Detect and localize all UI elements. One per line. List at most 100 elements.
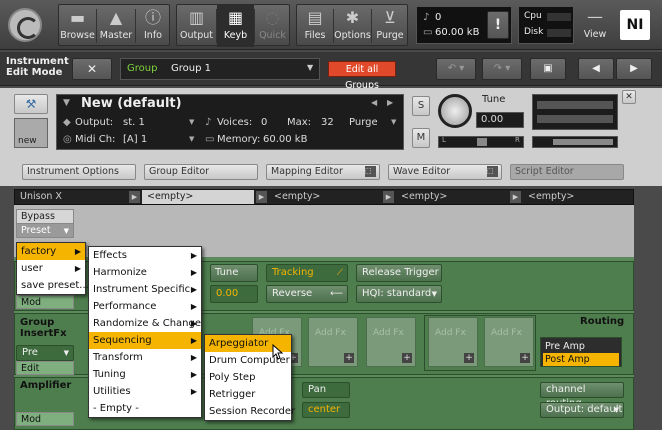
mapping-editor-button[interactable]: Mapping Editor ⬚: [266, 164, 380, 180]
menu-item-utilities[interactable]: Utilities ▶: [89, 383, 201, 400]
channel-routing-button[interactable]: channel routing: [540, 382, 624, 409]
volume-slider[interactable]: [532, 136, 618, 148]
reverse-button[interactable]: Reverse ⟵: [266, 285, 348, 303]
script-slot-2[interactable]: <empty>: [142, 190, 254, 204]
menu-item-label: Utilities: [93, 386, 131, 397]
pan-slider[interactable]: L R: [438, 136, 524, 148]
menu-item-effects[interactable]: Effects ▶: [89, 247, 201, 264]
output-value[interactable]: st. 1: [123, 117, 145, 128]
source-tune-value[interactable]: 0.00: [210, 285, 258, 303]
view-button[interactable]: — View: [578, 4, 612, 46]
mute-button[interactable]: M: [412, 128, 430, 148]
fx-slot-3[interactable]: Add Fx +: [366, 317, 416, 367]
menu-item-transform[interactable]: Transform ▶: [89, 349, 201, 366]
plus-icon[interactable]: +: [344, 353, 354, 363]
post-amp-option[interactable]: Post Amp: [543, 353, 619, 366]
source-mod-button[interactable]: Mod: [16, 295, 74, 309]
menu-item-retrigger[interactable]: Retrigger: [205, 386, 291, 403]
next-button[interactable]: ▶: [616, 58, 652, 80]
external-window-icon[interactable]: ⬚: [487, 166, 498, 177]
plus-icon[interactable]: +: [402, 353, 412, 363]
preset-button[interactable]: Preset ▼: [16, 223, 74, 238]
bypass-button[interactable]: Bypass: [16, 209, 74, 224]
script-slot-5[interactable]: <empty>: [523, 190, 633, 204]
next-instrument-icon[interactable]: ▶: [387, 98, 393, 107]
chevron-down-icon[interactable]: ▼: [189, 118, 194, 126]
plus-icon[interactable]: +: [520, 353, 530, 363]
chevron-left-icon: ◀: [592, 63, 600, 74]
tracking-button[interactable]: Tracking ⟋: [266, 264, 348, 282]
menu-item-harmonize[interactable]: Harmonize ▶: [89, 264, 201, 281]
max-voices-value[interactable]: 32: [321, 117, 334, 128]
chevron-down-icon[interactable]: ▼: [189, 135, 194, 143]
previous-button[interactable]: ◀: [578, 58, 614, 80]
script-slot-1[interactable]: Unison X: [15, 190, 127, 204]
close-edit-mode-button[interactable]: ✕: [72, 58, 112, 80]
group-selector[interactable]: Group Group 1 ▼: [120, 58, 320, 80]
external-window-icon[interactable]: ⬚: [365, 166, 376, 177]
menu-item-factory[interactable]: factory ▶: [17, 243, 85, 260]
plus-icon[interactable]: +: [464, 353, 474, 363]
files-button[interactable]: ▤ Files: [297, 5, 333, 47]
prev-instrument-icon[interactable]: ◀: [371, 98, 377, 107]
slot-menu-arrow-icon[interactable]: ▶: [510, 191, 521, 203]
purge-button[interactable]: ⊻ Purge: [372, 5, 408, 47]
pre-amp-option[interactable]: Pre Amp: [543, 340, 619, 353]
alert-button[interactable]: !: [487, 11, 509, 39]
menu-item-user[interactable]: user ▶: [17, 260, 85, 277]
wrench-button[interactable]: ⚒: [14, 94, 48, 114]
info-button[interactable]: ⓘ Info: [136, 5, 170, 47]
keyb-button[interactable]: ▦ Keyb: [217, 5, 254, 47]
browse-button[interactable]: ▬ Browse: [59, 5, 96, 47]
fx-slot-5[interactable]: Add Fx +: [484, 317, 534, 367]
script-slot-4[interactable]: <empty>: [396, 190, 508, 204]
menu-item-performance[interactable]: Performance ▶: [89, 298, 201, 315]
fx-slot-2[interactable]: Add Fx +: [308, 317, 358, 367]
slot-menu-arrow-icon[interactable]: ▶: [383, 191, 394, 203]
redo-button[interactable]: ↷ ▾: [482, 58, 522, 80]
save-button[interactable]: ▣: [530, 58, 566, 80]
tune-knob[interactable]: [438, 94, 472, 128]
script-slot-3[interactable]: <empty>: [269, 190, 381, 204]
options-button[interactable]: ✱ Options: [334, 5, 371, 47]
menu-item-sequencing[interactable]: Sequencing ▶: [89, 332, 201, 349]
purge-dropdown[interactable]: Purge: [349, 117, 378, 128]
menu-item-tuning[interactable]: Tuning ▶: [89, 366, 201, 383]
script-editor-button[interactable]: Script Editor: [510, 164, 624, 180]
menu-item-randomize-change[interactable]: Randomize & Change ▶: [89, 315, 201, 332]
instrument-icon[interactable]: new: [14, 118, 48, 148]
chevron-down-icon[interactable]: ▼: [391, 118, 396, 126]
output-button[interactable]: ▥ Output: [177, 5, 216, 47]
amplifier-mod-button[interactable]: Mod: [16, 412, 74, 426]
slot-menu-arrow-icon[interactable]: ▶: [129, 191, 140, 203]
undo-button[interactable]: ↶ ▾: [436, 58, 476, 80]
pre-dropdown[interactable]: Pre ▼: [16, 345, 74, 361]
pan-value[interactable]: center: [302, 402, 350, 418]
pan-slider-handle[interactable]: [477, 138, 487, 146]
instrument-name[interactable]: New (default): [81, 96, 182, 111]
instrument-options-button[interactable]: Instrument Options: [22, 164, 136, 180]
wave-editor-button[interactable]: Wave Editor ⬚: [388, 164, 502, 180]
insertfx-edit-button[interactable]: Edit: [16, 361, 74, 375]
midi-channel-value[interactable]: [A] 1: [123, 134, 147, 145]
hqi-dropdown[interactable]: HQI: standard ▼: [356, 285, 442, 303]
master-button[interactable]: ▲ Master: [97, 5, 135, 47]
tracking-label: Tracking: [272, 267, 314, 278]
menu-item-session-recorder[interactable]: Session Recorder: [205, 403, 295, 420]
tune-value[interactable]: 0.00: [476, 112, 524, 128]
quick-button[interactable]: ◌ Quick: [255, 5, 290, 47]
amp-output-dropdown[interactable]: Output: default ▼: [540, 402, 624, 418]
menu-item-poly-step[interactable]: Poly Step: [205, 369, 291, 386]
files-group: ▤ Files ✱ Options ⊻ Purge: [296, 4, 408, 46]
group-editor-button[interactable]: Group Editor: [144, 164, 258, 180]
release-trigger-button[interactable]: Release Trigger: [356, 264, 442, 282]
edit-all-groups-button[interactable]: Edit all Groups: [328, 61, 396, 91]
solo-button[interactable]: S: [412, 96, 430, 116]
close-icon[interactable]: ✕: [622, 90, 636, 104]
menu-item-empty[interactable]: - Empty -: [89, 400, 201, 417]
fx-slot-4[interactable]: Add Fx +: [428, 317, 478, 367]
menu-item-instrument-specific[interactable]: Instrument Specific ▶: [89, 281, 201, 298]
slot-menu-arrow-icon[interactable]: ▶: [256, 191, 267, 203]
menu-item-save-preset[interactable]: save preset...: [17, 277, 89, 294]
tune-label: Tune: [482, 94, 506, 105]
